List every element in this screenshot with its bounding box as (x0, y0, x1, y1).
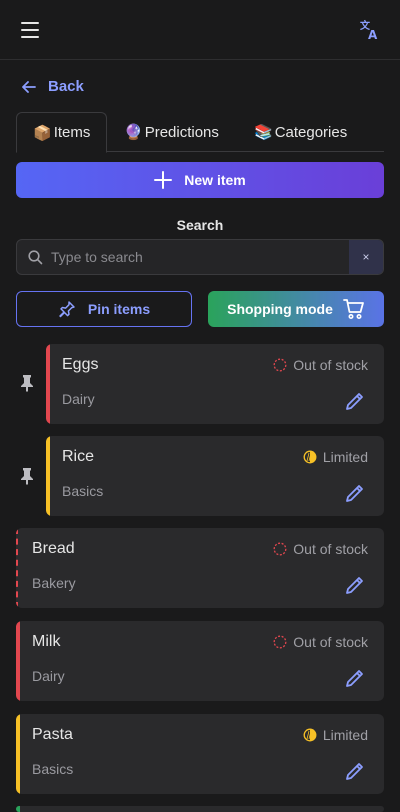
back-button[interactable]: Back (22, 78, 84, 95)
search-box: × (16, 239, 384, 275)
edit-pencil-icon[interactable] (344, 390, 366, 412)
tab-categories[interactable]: 📚 Categories (254, 112, 347, 152)
crystal-ball-icon: 🔮 (124, 124, 143, 141)
shopping-mode-button[interactable]: Shopping mode (208, 291, 384, 327)
translate-icon[interactable]: 文 A (354, 14, 386, 46)
shopping-cart-icon (342, 299, 364, 319)
tab-bar: 📦 Items 🔮 Predictions 📚 Categories (16, 112, 384, 153)
item-category: Dairy (62, 391, 95, 407)
tab-predictions-label: Predictions (144, 123, 219, 141)
item-card[interactable]: Rice Basics Limited (46, 436, 384, 516)
item-card[interactable]: Pasta Basics Limited (16, 714, 384, 794)
item-name: Eggs (62, 356, 99, 373)
item-card[interactable]: Eggs Dairy Out of stock (46, 344, 384, 424)
back-label: Back (48, 78, 84, 95)
stock-bar (46, 436, 50, 516)
plus-icon (154, 171, 173, 189)
item-name: Milk (32, 633, 61, 650)
edit-pencil-icon[interactable] (344, 482, 366, 504)
status-text: Limited (322, 449, 368, 465)
out-of-stock-icon (273, 358, 287, 372)
status-badge: Out of stock (273, 634, 368, 650)
stock-bar (16, 806, 20, 812)
package-icon: 📦 (33, 124, 52, 142)
status-text: Limited (322, 727, 368, 743)
item-name: Bread (32, 540, 75, 557)
status-text: Out of stock (293, 634, 368, 650)
tab-items[interactable]: 📦 Items (16, 112, 108, 153)
arrow-left-icon (22, 80, 36, 93)
search-icon (28, 250, 43, 265)
pin-icon (59, 301, 75, 318)
limited-icon (303, 450, 317, 464)
edit-pencil-icon[interactable] (344, 667, 366, 689)
stock-bar (46, 344, 50, 424)
svg-text:A: A (368, 28, 378, 41)
status-text: Out of stock (293, 357, 368, 373)
top-bar: 文 A (0, 0, 400, 60)
item-category: Bakery (32, 575, 76, 591)
edit-pencil-icon[interactable] (344, 760, 366, 782)
books-icon: 📚 (254, 124, 273, 141)
tab-items-label: Items (53, 124, 91, 141)
stock-bar (16, 528, 18, 608)
item-category: Basics (32, 761, 74, 777)
shopping-mode-label: Shopping mode (227, 301, 333, 317)
tab-categories-label: Categories (274, 123, 348, 141)
out-of-stock-icon (273, 542, 287, 556)
item-card[interactable]: Milk Dairy Out of stock (16, 621, 384, 701)
status-badge: Limited (303, 727, 368, 743)
item-category: Basics (62, 483, 104, 499)
status-badge: Out of stock (273, 357, 368, 373)
search-label: Search (176, 217, 224, 233)
pin-items-button[interactable]: Pin items (16, 291, 192, 327)
status-text: Out of stock (293, 541, 368, 557)
clear-search-button[interactable]: × (349, 240, 383, 274)
hamburger-menu-icon[interactable] (14, 14, 46, 46)
item-card-partial[interactable] (16, 806, 384, 812)
pin-items-label: Pin items (87, 301, 151, 317)
pinned-icon (21, 375, 33, 392)
stock-bar (16, 621, 20, 701)
item-name: Pasta (32, 726, 73, 743)
search-input[interactable] (51, 240, 351, 274)
status-badge: Limited (303, 449, 368, 465)
item-card[interactable]: Bread Bakery Out of stock (16, 528, 384, 608)
item-name: Rice (62, 448, 95, 465)
stock-bar (16, 714, 20, 794)
status-badge: Out of stock (273, 541, 368, 557)
edit-pencil-icon[interactable] (344, 574, 366, 596)
pinned-icon (21, 468, 33, 485)
item-category: Dairy (32, 668, 65, 684)
new-item-button[interactable]: New item (16, 162, 384, 198)
out-of-stock-icon (273, 635, 287, 649)
new-item-label: New item (184, 172, 246, 188)
limited-icon (303, 728, 317, 742)
tab-predictions[interactable]: 🔮 Predictions (124, 112, 219, 152)
